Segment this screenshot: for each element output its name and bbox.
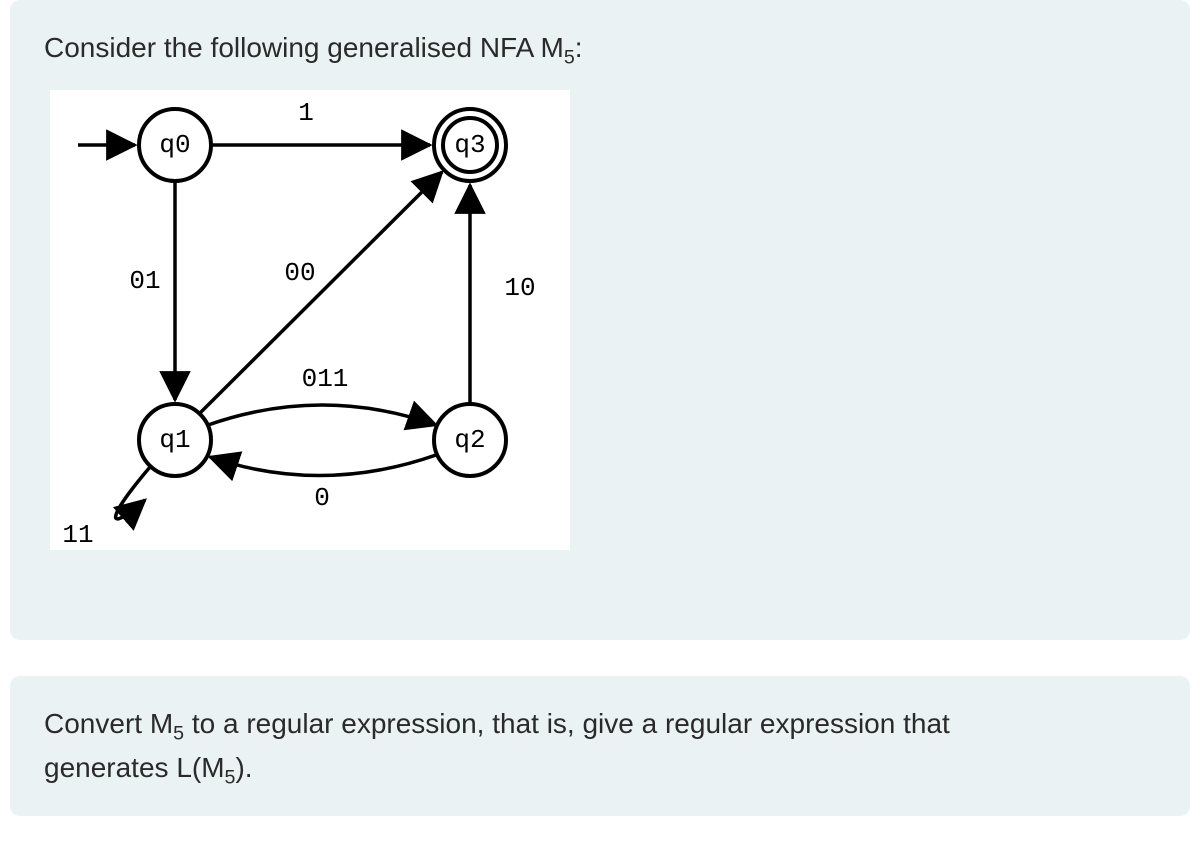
question-panel-top: Consider the following generalised NFA M… [10,0,1190,640]
convert-line1: Convert M5 to a regular expression, that… [44,704,1156,748]
state-q0-label: q0 [159,130,190,160]
edge-q2-q1 [210,455,436,476]
convert-p2-suffix: ). [235,752,252,783]
intro-text-suffix: : [575,32,583,63]
convert-line2: generates L(M5). [44,748,1156,792]
nfa-diagram: q0 q3 q1 q2 1 01 00 10 01 [50,90,570,550]
convert-p2-sub: 5 [225,767,236,789]
question-panel-bottom: Convert M5 to a regular expression, that… [10,676,1190,816]
convert-p1-sub: 5 [173,723,184,745]
convert-p1-mid: to a regular expression, that is, give a… [184,708,950,739]
edge-q1-q1-label: 11 [62,520,93,550]
edge-q1-q3-label: 00 [284,258,315,288]
edge-q0-q3-label: 1 [298,98,314,128]
state-q1-label: q1 [159,425,190,455]
intro-sub: 5 [564,47,575,69]
convert-p2-prefix: generates L(M [44,752,225,783]
question-intro: Consider the following generalised NFA M… [44,28,1156,72]
edge-q1-q2 [208,405,436,425]
edge-q1-q1-loop [116,467,150,519]
edge-q2-q3-label: 10 [504,273,535,303]
convert-p1-prefix: Convert M [44,708,173,739]
edge-q0-q1-label: 01 [129,266,160,296]
nfa-svg: q0 q3 q1 q2 1 01 00 10 01 [50,90,570,550]
intro-text-prefix: Consider the following generalised NFA M [44,32,564,63]
edge-q1-q2-label: 011 [302,364,349,394]
state-q3-label: q3 [454,130,485,160]
edge-q2-q1-label: 0 [314,483,330,513]
state-q2-label: q2 [454,425,485,455]
